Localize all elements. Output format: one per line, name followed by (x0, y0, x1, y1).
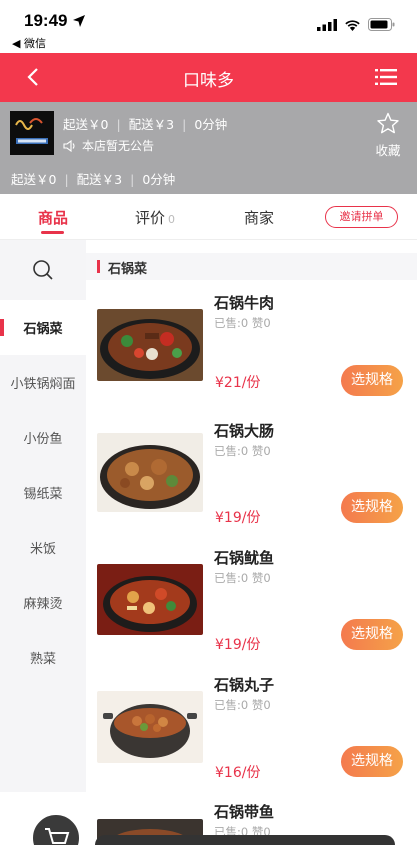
search-button[interactable] (0, 240, 86, 300)
cart-button[interactable] (30, 812, 82, 845)
wifi-icon (345, 19, 360, 31)
delivery-time-text: 0分钟 (142, 172, 176, 187)
select-spec-button[interactable]: 选规格 (341, 746, 403, 777)
signal-icon (317, 18, 337, 31)
notice-text: 本店暂无公告 (82, 139, 155, 153)
product-stats: 已售:0 赞0 (214, 571, 271, 585)
product-price: ¥19/份 (215, 510, 261, 526)
status-time: 19:49 (24, 11, 68, 30)
sidebar-item-label: 小份鱼 (23, 432, 63, 447)
favorite-button[interactable]: 收藏 (373, 112, 403, 159)
speaker-icon (63, 139, 75, 152)
sidebar-item-label: 石锅菜 (23, 322, 63, 337)
product-image (97, 309, 203, 381)
review-count: 0 (168, 213, 176, 226)
location-arrow-icon (73, 15, 85, 27)
back-to-app-link[interactable]: ◀ 微信 (12, 35, 46, 51)
sidebar-item-iron-pot-noodles[interactable]: 小铁锅焖面 (0, 355, 86, 410)
sidebar-item-rice[interactable]: 米饭 (0, 520, 86, 575)
shop-logo (10, 111, 54, 155)
shop-header: 起送￥0 | 配送￥3 | 0分钟 本店暂无公告 起送￥0 | 配送￥3 | 0分钟 收藏 (0, 102, 417, 194)
search-icon (33, 260, 53, 280)
battery-icon (368, 18, 395, 31)
category-title: 石锅菜 (108, 262, 148, 277)
delivery-fee-text: 配送￥3 (128, 117, 175, 132)
select-spec-button[interactable]: 选规格 (341, 492, 403, 523)
cart-bar[interactable] (95, 835, 395, 845)
min-order-text: 起送￥0 (11, 172, 57, 187)
product-name: 石锅鱿鱼 (214, 549, 275, 567)
tab-merchant-label: 商家 (244, 209, 275, 227)
tab-merchant[interactable]: 商家 (244, 207, 274, 228)
delivery-fee-text: 配送￥3 (76, 172, 123, 187)
sidebar-item-cooked-dishes[interactable]: 熟菜 (0, 630, 86, 685)
shop-delivery-info-secondary: 起送￥0 | 配送￥3 | 0分钟 (11, 172, 176, 187)
product-price: ¥16/份 (215, 765, 261, 781)
sidebar-item-stone-pot[interactable]: 石锅菜 (0, 300, 86, 355)
min-order-text: 起送￥0 (63, 117, 109, 132)
category-sidebar: 石锅菜 小铁锅焖面 小份鱼 锡纸菜 米饭 麻辣烫 熟菜 (0, 240, 86, 792)
delivery-time-text: 0分钟 (194, 117, 228, 132)
product-stats: 已售:0 赞0 (214, 698, 271, 712)
status-icons (317, 18, 395, 31)
tab-reviews[interactable]: 评价 0 (135, 207, 175, 228)
sidebar-item-label: 锡纸菜 (23, 487, 63, 502)
product-image (97, 691, 203, 763)
nav-bar: 口味多 (0, 53, 417, 102)
list-menu-icon[interactable] (375, 67, 397, 87)
product-image (97, 433, 203, 512)
product-name: 石锅丸子 (214, 676, 275, 694)
page-title: 口味多 (183, 71, 234, 91)
product-image (97, 564, 203, 635)
shop-notice: 本店暂无公告 (63, 137, 154, 154)
product-item[interactable]: 石锅大肠 已售:0 赞0 ¥19/份 选规格 (86, 420, 417, 547)
sidebar-item-foil-dishes[interactable]: 锡纸菜 (0, 465, 86, 520)
product-item[interactable]: 石锅牛肉 已售:0 赞0 ¥21/份 选规格 (86, 292, 417, 419)
tab-active-indicator (41, 231, 64, 234)
sidebar-item-label: 小铁锅焖面 (10, 377, 76, 392)
shop-delivery-info: 起送￥0 | 配送￥3 | 0分钟 (63, 117, 228, 132)
product-name: 石锅牛肉 (214, 294, 275, 312)
category-marker (97, 260, 100, 273)
star-icon (377, 112, 399, 134)
product-stats: 已售:0 赞0 (214, 316, 271, 330)
product-name: 石锅大肠 (214, 422, 275, 440)
select-spec-button[interactable]: 选规格 (341, 619, 403, 650)
product-price: ¥21/份 (215, 375, 261, 391)
sidebar-item-malatang[interactable]: 麻辣烫 (0, 575, 86, 630)
sidebar-item-label: 麻辣烫 (23, 597, 63, 612)
product-stats: 已售:0 赞0 (214, 444, 271, 458)
tab-reviews-label: 评价 (135, 209, 166, 227)
product-name: 石锅带鱼 (214, 803, 275, 821)
sidebar-item-small-fish[interactable]: 小份鱼 (0, 410, 86, 465)
tab-goods-label: 商品 (38, 209, 69, 227)
tab-goods[interactable]: 商品 (38, 207, 69, 234)
category-header: 石锅菜 (86, 253, 417, 280)
invite-group-order-button[interactable]: 邀请拼单 (325, 206, 398, 228)
status-bar: 19:49 ◀ 微信 (0, 0, 417, 53)
favorite-label: 收藏 (375, 143, 401, 158)
product-item[interactable]: 石锅鱿鱼 已售:0 赞0 ¥19/份 选规格 (86, 547, 417, 674)
shopping-cart-icon (45, 828, 70, 844)
product-price: ¥19/份 (215, 637, 261, 653)
sidebar-item-label: 熟菜 (29, 652, 56, 667)
tab-bar: 商品 评价 0 商家 邀请拼单 (0, 194, 417, 240)
sidebar-item-label: 米饭 (29, 542, 56, 557)
product-item[interactable]: 石锅丸子 已售:0 赞0 ¥16/份 选规格 (86, 674, 417, 801)
select-spec-button[interactable]: 选规格 (341, 365, 403, 396)
